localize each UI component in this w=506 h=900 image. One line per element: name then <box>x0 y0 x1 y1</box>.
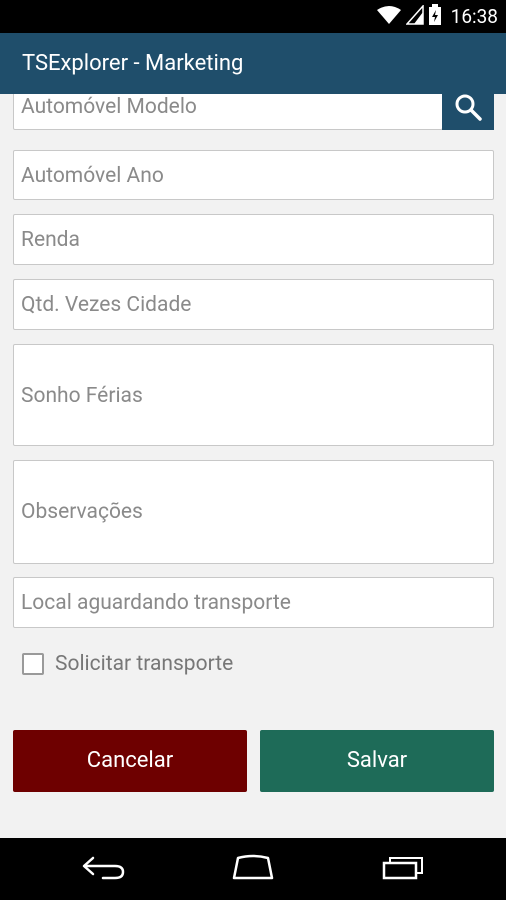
home-icon <box>228 854 278 884</box>
app-title: TSExplorer - Marketing <box>22 51 244 76</box>
battery-icon <box>428 4 442 30</box>
search-icon <box>453 94 483 126</box>
automovel-modelo-field[interactable]: Automóvel Modelo <box>13 94 443 130</box>
status-bar: 16:38 <box>0 0 506 33</box>
recent-apps-button[interactable] <box>374 852 434 886</box>
local-aguardando-transporte-placeholder: Local aguardando transporte <box>21 591 291 615</box>
navigation-bar <box>0 838 506 900</box>
search-button[interactable] <box>442 94 494 130</box>
save-button[interactable]: Salvar <box>260 730 494 792</box>
solicitar-transporte-label[interactable]: Solicitar transporte <box>55 651 233 677</box>
observacoes-field[interactable]: Observações <box>13 460 494 564</box>
back-icon <box>81 854 127 884</box>
status-time: 16:38 <box>450 5 498 28</box>
qtd-vezes-cidade-field[interactable]: Qtd. Vezes Cidade <box>13 279 494 330</box>
sonho-ferias-field[interactable]: Sonho Férias <box>13 344 494 446</box>
local-aguardando-transporte-field[interactable]: Local aguardando transporte <box>13 577 494 628</box>
solicitar-transporte-checkbox[interactable] <box>22 653 44 675</box>
signal-icon <box>405 4 424 29</box>
solicitar-transporte-row[interactable]: Solicitar transporte <box>22 650 233 678</box>
automovel-modelo-placeholder: Automóvel Modelo <box>21 95 197 119</box>
wifi-icon <box>376 5 402 29</box>
form-content[interactable]: Automóvel Modelo Automóvel Ano Renda Qtd… <box>0 94 506 838</box>
home-button[interactable] <box>223 852 283 886</box>
renda-placeholder: Renda <box>21 228 80 252</box>
recent-apps-icon <box>380 854 428 884</box>
sonho-ferias-placeholder: Sonho Férias <box>21 384 143 408</box>
app-bar: TSExplorer - Marketing <box>0 33 506 94</box>
observacoes-placeholder: Observações <box>21 500 143 524</box>
automovel-ano-field[interactable]: Automóvel Ano <box>13 150 494 200</box>
status-icons <box>376 4 442 30</box>
cancel-button[interactable]: Cancelar <box>13 730 247 792</box>
renda-field[interactable]: Renda <box>13 214 494 265</box>
back-button[interactable] <box>74 852 134 886</box>
qtd-vezes-cidade-placeholder: Qtd. Vezes Cidade <box>21 293 192 317</box>
automovel-ano-placeholder: Automóvel Ano <box>21 164 164 188</box>
